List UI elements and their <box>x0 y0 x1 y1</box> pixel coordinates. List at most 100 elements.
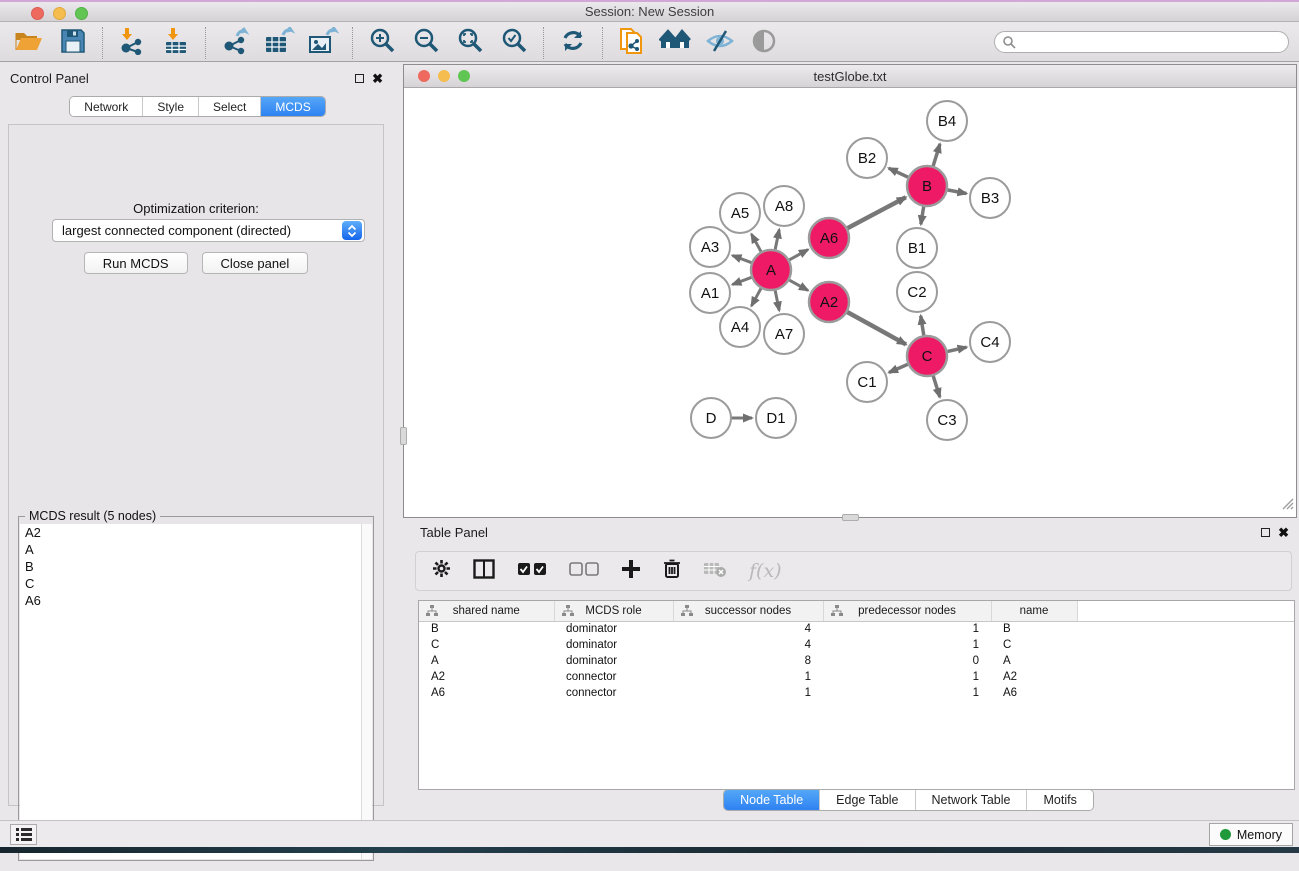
vertical-scroll-thumb[interactable] <box>400 427 407 445</box>
graph-edge-A-A2[interactable] <box>789 280 808 291</box>
graph-node-A2[interactable]: A2 <box>809 282 849 322</box>
graph-edge-A-A8[interactable] <box>775 230 779 251</box>
result-list-item[interactable]: B <box>20 558 372 575</box>
network-canvas[interactable]: B4B2BB3A5A8A6A3AB1A1C2A2A4A7CC4C1C3DD1 <box>404 89 1296 517</box>
run-mcds-button[interactable]: Run MCDS <box>84 252 188 274</box>
graph-edge-A-A3[interactable] <box>732 255 752 262</box>
tab-network[interactable]: Network <box>70 97 142 116</box>
table-row[interactable]: A2connector11A2 <box>419 669 1294 685</box>
network-window-titlebar[interactable]: testGlobe.txt <box>404 65 1296 88</box>
table-close-panel-icon[interactable]: ✖ <box>1278 528 1289 538</box>
table-row[interactable]: Bdominator41B <box>419 621 1294 637</box>
open-session-button[interactable] <box>12 27 46 59</box>
network-zoom-traffic-light[interactable] <box>458 70 470 82</box>
network-minimize-traffic-light[interactable] <box>438 70 450 82</box>
add-column-button[interactable] <box>621 559 641 584</box>
graph-node-C[interactable]: C <box>907 336 947 376</box>
zoom-selected-button[interactable] <box>497 27 531 59</box>
close-panel-button[interactable]: Close panel <box>202 252 309 274</box>
result-list-scrollbar[interactable] <box>361 524 372 859</box>
zoom-in-button[interactable] <box>365 27 399 59</box>
show-column-button[interactable] <box>473 559 495 584</box>
graph-edge-B-B2[interactable] <box>889 168 909 177</box>
graph-node-C4[interactable]: C4 <box>970 322 1010 362</box>
task-history-button[interactable] <box>10 824 37 845</box>
graph-edge-A-A6[interactable] <box>789 250 808 261</box>
deselect-all-columns-icon[interactable] <box>569 562 599 581</box>
graph-edge-A-A7[interactable] <box>775 290 779 311</box>
hide-panel-button[interactable] <box>703 27 737 59</box>
show-panel-button[interactable] <box>747 27 781 59</box>
column-header-predecessor-nodes[interactable]: predecessor nodes <box>823 601 991 621</box>
import-network-button[interactable] <box>115 27 149 59</box>
graph-node-A8[interactable]: A8 <box>764 186 804 226</box>
graph-node-C3[interactable]: C3 <box>927 400 967 440</box>
table-row[interactable]: Adominator80A <box>419 653 1294 669</box>
graph-edge-C-C4[interactable] <box>947 347 967 351</box>
close-traffic-light[interactable] <box>31 7 44 20</box>
graph-node-B[interactable]: B <box>907 166 947 206</box>
table-row[interactable]: A6connector11A6 <box>419 685 1294 701</box>
graph-node-B4[interactable]: B4 <box>927 101 967 141</box>
graph-node-C1[interactable]: C1 <box>847 362 887 402</box>
tab-mcds[interactable]: MCDS <box>260 97 324 116</box>
export-network-button[interactable] <box>218 27 252 59</box>
refresh-button[interactable] <box>556 27 590 59</box>
graph-node-A6[interactable]: A6 <box>809 218 849 258</box>
result-list-item[interactable]: A2 <box>20 524 372 541</box>
tab-network-table[interactable]: Network Table <box>915 790 1027 810</box>
window-resize-grip[interactable] <box>1280 496 1294 515</box>
home-button[interactable] <box>659 27 693 59</box>
export-table-button[interactable] <box>262 27 296 59</box>
table-float-panel-icon[interactable] <box>1261 528 1270 537</box>
tab-node-table[interactable]: Node Table <box>724 790 819 810</box>
zoom-out-button[interactable] <box>409 27 443 59</box>
network-graph[interactable]: B4B2BB3A5A8A6A3AB1A1C2A2A4A7CC4C1C3DD1 <box>404 89 1296 517</box>
import-table-button[interactable] <box>159 27 193 59</box>
graph-node-B3[interactable]: B3 <box>970 178 1010 218</box>
graph-edge-B-B4[interactable] <box>933 144 940 167</box>
close-panel-icon[interactable]: ✖ <box>372 74 383 84</box>
graph-node-B1[interactable]: B1 <box>897 228 937 268</box>
mcds-result-list[interactable]: A2ABCA6 <box>20 524 372 859</box>
column-header-name[interactable]: name <box>991 601 1077 621</box>
tab-select[interactable]: Select <box>198 97 260 116</box>
graph-edge-A-A5[interactable] <box>751 234 761 252</box>
graph-edge-A-A4[interactable] <box>751 288 761 306</box>
tab-motifs[interactable]: Motifs <box>1026 790 1092 810</box>
graph-edge-C-C2[interactable] <box>921 316 924 337</box>
graph-edge-C-C3[interactable] <box>933 375 940 397</box>
graph-node-C2[interactable]: C2 <box>897 272 937 312</box>
criterion-dropdown[interactable]: largest connected component (directed) <box>52 219 365 242</box>
graph-edge-B-B3[interactable] <box>947 190 967 194</box>
new-network-button[interactable] <box>615 27 649 59</box>
table-settings-button[interactable] <box>432 559 451 583</box>
table-row[interactable]: Cdominator41C <box>419 637 1294 653</box>
result-list-item[interactable]: A6 <box>20 592 372 609</box>
graph-edge-B-B1[interactable] <box>921 206 924 225</box>
save-session-button[interactable] <box>56 27 90 59</box>
column-header-MCDS-role[interactable]: MCDS role <box>554 601 673 621</box>
result-list-item[interactable]: A <box>20 541 372 558</box>
graph-edge-A-A1[interactable] <box>732 277 752 284</box>
select-all-columns-icon[interactable] <box>517 562 547 581</box>
column-header-shared-name[interactable]: shared name <box>419 601 554 621</box>
horizontal-scroll-thumb[interactable] <box>842 514 859 521</box>
tab-edge-table[interactable]: Edge Table <box>819 790 914 810</box>
zoom-fit-button[interactable] <box>453 27 487 59</box>
graph-node-A1[interactable]: A1 <box>690 273 730 313</box>
graph-node-B2[interactable]: B2 <box>847 138 887 178</box>
memory-button[interactable]: Memory <box>1209 823 1293 846</box>
float-panel-icon[interactable] <box>355 74 364 83</box>
graph-edge-A2-C[interactable] <box>847 312 906 345</box>
graph-edge-A6-B[interactable] <box>847 197 906 228</box>
graph-node-A[interactable]: A <box>751 250 791 290</box>
graph-edge-C-C1[interactable] <box>889 364 909 373</box>
delete-column-button[interactable] <box>663 558 681 584</box>
column-header-successor-nodes[interactable]: successor nodes <box>673 601 823 621</box>
network-close-traffic-light[interactable] <box>418 70 430 82</box>
graph-node-A4[interactable]: A4 <box>720 307 760 347</box>
search-input[interactable] <box>994 31 1289 53</box>
graph-node-D[interactable]: D <box>691 398 731 438</box>
graph-node-D1[interactable]: D1 <box>756 398 796 438</box>
